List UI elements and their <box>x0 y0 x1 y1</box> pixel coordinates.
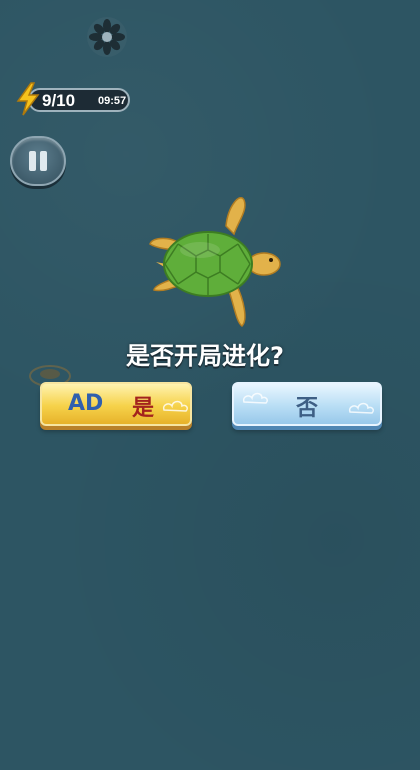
cloud-ornament-icon <box>162 400 188 412</box>
yes-ad-button[interactable]: AD 是 <box>40 382 192 426</box>
yes-label: 是 <box>132 395 155 421</box>
lightning-bolt-icon <box>16 82 40 116</box>
energy-timer: 09:57 <box>98 95 127 107</box>
pause-bar-left <box>29 151 36 171</box>
energy-counter: 9/10 09:57 <box>14 82 132 116</box>
cloud-ornament-icon <box>348 402 374 414</box>
pause-button[interactable] <box>10 136 66 186</box>
ad-tag: AD <box>68 391 104 416</box>
turtle-character <box>149 197 281 327</box>
pause-bar-right <box>40 151 47 171</box>
flower-icon <box>87 17 127 57</box>
energy-count: 9/10 <box>42 91 76 110</box>
no-button[interactable]: 否 <box>232 382 382 426</box>
